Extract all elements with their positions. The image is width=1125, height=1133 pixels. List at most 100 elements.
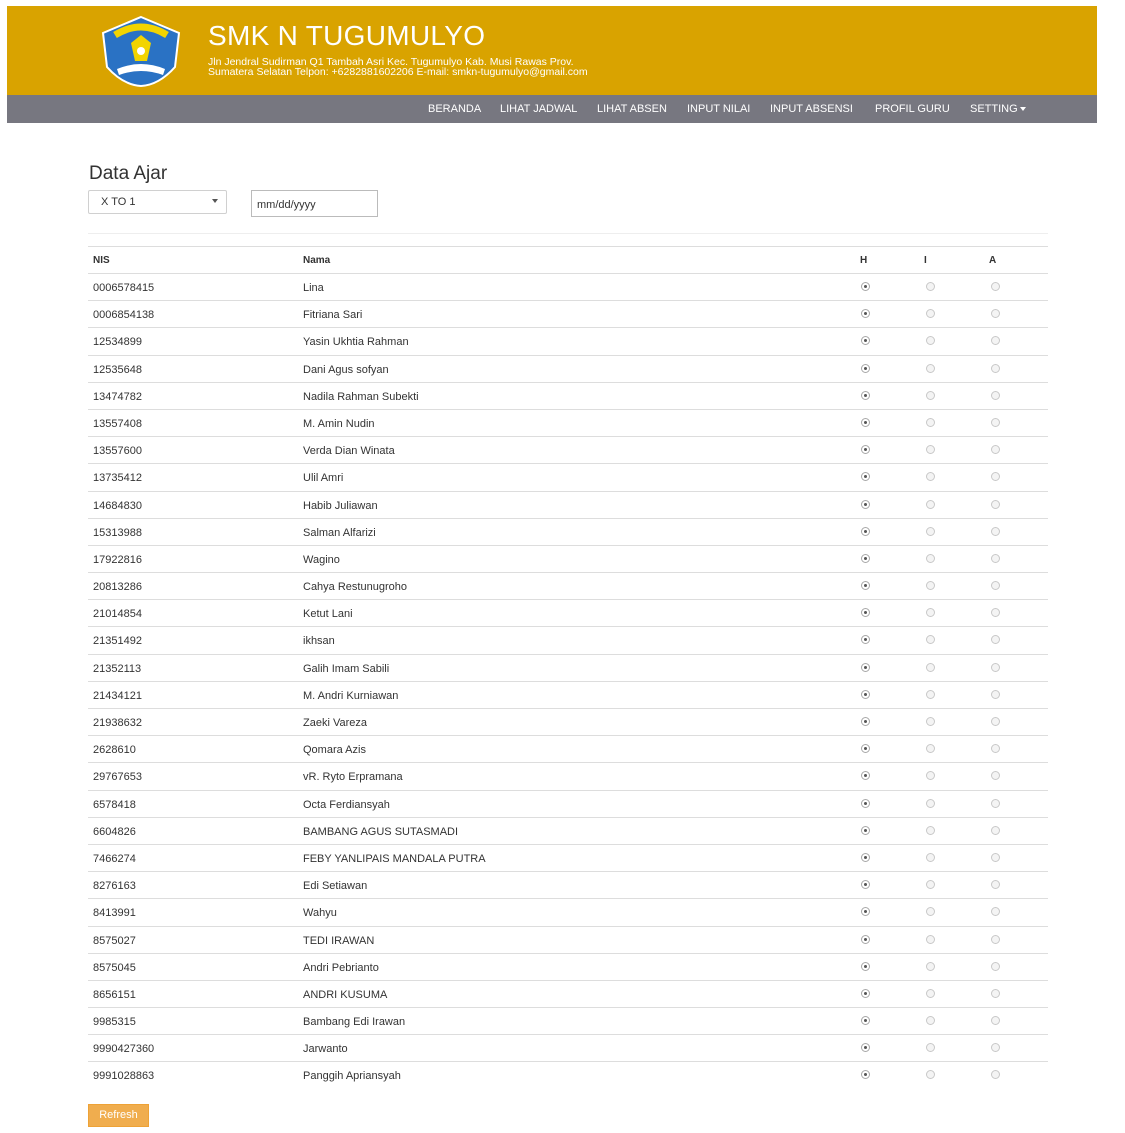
radio-h[interactable]: [861, 961, 870, 971]
radio-a[interactable]: [991, 553, 1000, 563]
nav-setting-dropdown[interactable]: SETTING: [970, 103, 1026, 115]
radio-a[interactable]: [991, 390, 1000, 400]
radio-i[interactable]: [926, 363, 935, 373]
radio-h[interactable]: [861, 581, 870, 591]
radio-i[interactable]: [926, 907, 935, 917]
radio-i[interactable]: [926, 472, 935, 482]
radio-a[interactable]: [991, 363, 1000, 373]
radio-h[interactable]: [861, 880, 870, 890]
radio-i[interactable]: [926, 717, 935, 726]
radio-a[interactable]: [991, 581, 1000, 591]
radio-a[interactable]: [991, 1043, 1000, 1053]
radio-a[interactable]: [991, 526, 1000, 536]
radio-a[interactable]: [991, 907, 1000, 917]
refresh-button[interactable]: Refresh: [88, 1104, 149, 1127]
radio-i[interactable]: [926, 608, 935, 618]
radio-i[interactable]: [926, 988, 935, 998]
radio-a[interactable]: [991, 771, 1000, 781]
radio-i[interactable]: [926, 635, 935, 645]
nav-beranda[interactable]: BERANDA: [428, 103, 481, 115]
radio-h[interactable]: [861, 988, 870, 998]
radio-h[interactable]: [861, 390, 870, 400]
radio-a[interactable]: [991, 445, 1000, 455]
radio-i[interactable]: [926, 961, 935, 971]
radio-a[interactable]: [991, 852, 1000, 862]
radio-h[interactable]: [861, 282, 870, 291]
class-select[interactable]: X TO 1: [88, 190, 227, 214]
radio-i[interactable]: [926, 553, 935, 563]
radio-h[interactable]: [861, 309, 870, 319]
radio-h[interactable]: [861, 825, 870, 835]
radio-a[interactable]: [991, 825, 1000, 835]
radio-h[interactable]: [861, 798, 870, 808]
radio-a[interactable]: [991, 744, 1000, 754]
radio-i[interactable]: [926, 689, 935, 699]
nav-lihat-absen[interactable]: LIHAT ABSEN: [597, 103, 667, 115]
radio-h[interactable]: [861, 363, 870, 373]
radio-i[interactable]: [926, 581, 935, 591]
radio-h[interactable]: [861, 445, 870, 455]
radio-i[interactable]: [926, 1070, 935, 1080]
radio-a[interactable]: [991, 717, 1000, 726]
radio-h[interactable]: [861, 499, 870, 509]
nav-profil-guru[interactable]: PROFIL GURU: [875, 103, 950, 115]
radio-a[interactable]: [991, 961, 1000, 971]
radio-a[interactable]: [991, 499, 1000, 509]
radio-h[interactable]: [861, 771, 870, 781]
radio-h[interactable]: [861, 608, 870, 618]
radio-i[interactable]: [926, 499, 935, 509]
radio-a[interactable]: [991, 336, 1000, 346]
radio-h[interactable]: [861, 1016, 870, 1026]
radio-i[interactable]: [926, 798, 935, 808]
radio-h[interactable]: [861, 662, 870, 672]
nav-input-nilai[interactable]: INPUT NILAI: [687, 103, 750, 115]
nav-lihat-jadwal[interactable]: LIHAT JADWAL: [500, 103, 577, 115]
radio-h[interactable]: [861, 852, 870, 862]
radio-a[interactable]: [991, 798, 1000, 808]
radio-a[interactable]: [991, 934, 1000, 944]
radio-i[interactable]: [926, 662, 935, 672]
radio-i[interactable]: [926, 417, 935, 427]
radio-i[interactable]: [926, 934, 935, 944]
nav-input-absensi[interactable]: INPUT ABSENSI: [770, 103, 853, 115]
radio-i[interactable]: [926, 336, 935, 346]
radio-i[interactable]: [926, 1043, 935, 1053]
radio-i[interactable]: [926, 880, 935, 890]
radio-h[interactable]: [861, 934, 870, 944]
radio-h[interactable]: [861, 553, 870, 563]
radio-a[interactable]: [991, 282, 1000, 291]
radio-a[interactable]: [991, 662, 1000, 672]
radio-a[interactable]: [991, 1070, 1000, 1080]
radio-i[interactable]: [926, 282, 935, 291]
radio-i[interactable]: [926, 309, 935, 319]
radio-i[interactable]: [926, 744, 935, 754]
radio-h[interactable]: [861, 472, 870, 482]
radio-i[interactable]: [926, 526, 935, 536]
radio-h[interactable]: [861, 417, 870, 427]
radio-h[interactable]: [861, 744, 870, 754]
radio-a[interactable]: [991, 988, 1000, 998]
radio-i[interactable]: [926, 771, 935, 781]
radio-h[interactable]: [861, 717, 870, 726]
radio-h[interactable]: [861, 635, 870, 645]
radio-h[interactable]: [861, 689, 870, 699]
radio-a[interactable]: [991, 417, 1000, 427]
radio-a[interactable]: [991, 635, 1000, 645]
radio-h[interactable]: [861, 1070, 870, 1080]
radio-a[interactable]: [991, 880, 1000, 890]
radio-h[interactable]: [861, 336, 870, 346]
radio-a[interactable]: [991, 1016, 1000, 1026]
radio-i[interactable]: [926, 1016, 935, 1026]
radio-i[interactable]: [926, 390, 935, 400]
radio-a[interactable]: [991, 608, 1000, 618]
date-input[interactable]: mm/dd/yyyy: [251, 190, 378, 217]
radio-a[interactable]: [991, 472, 1000, 482]
radio-h[interactable]: [861, 1043, 870, 1053]
radio-a[interactable]: [991, 309, 1000, 319]
radio-a[interactable]: [991, 689, 1000, 699]
radio-i[interactable]: [926, 852, 935, 862]
radio-h[interactable]: [861, 526, 870, 536]
radio-i[interactable]: [926, 445, 935, 455]
radio-h[interactable]: [861, 907, 870, 917]
radio-i[interactable]: [926, 825, 935, 835]
